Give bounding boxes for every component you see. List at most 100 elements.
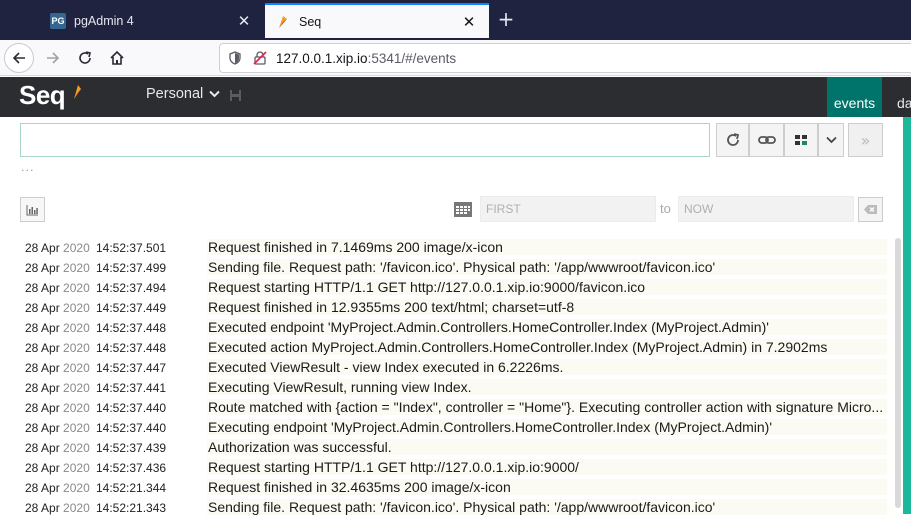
link-icon [757,136,776,144]
event-message[interactable]: Executing endpoint 'MyProject.Admin.Cont… [207,419,887,435]
event-row[interactable]: 28 Apr 2020 14:52:37.499 Sending file. Req… [0,258,894,278]
nav-dashboards[interactable]: da [897,77,911,117]
event-row[interactable]: 28 Apr 2020 14:52:37.439 Authorization was… [0,438,894,458]
close-icon[interactable]: ✕ [459,12,479,32]
event-time: 14:52:37.439 [96,441,167,455]
event-date: 28 Apr 2020 [25,361,90,375]
event-row[interactable]: 28 Apr 2020 14:52:37.494 Request starting … [0,278,894,298]
event-date: 28 Apr 2020 [25,281,90,295]
url-path: :5341/#/events [367,50,457,66]
event-time: 14:52:21.344 [96,481,167,495]
seq-logo[interactable]: Seq [19,80,66,111]
reload-button[interactable] [70,43,100,73]
event-date: 28 Apr 2020 [25,501,90,515]
tab-pgadmin[interactable]: PG pgAdmin 4 ✕ [40,3,264,38]
seq-header: Seq Personal events da [0,77,911,117]
event-row[interactable]: 28 Apr 2020 14:52:37.447 Executed ViewResu… [0,358,894,378]
event-row[interactable]: 28 Apr 2020 14:52:37.501 Request finished … [0,238,894,258]
event-row[interactable]: 28 Apr 2020 14:52:37.448 Executed endpoint… [0,318,894,338]
chevron-down-icon [209,90,220,98]
event-row[interactable]: 28 Apr 2020 14:52:37.441 Executing ViewRes… [0,378,894,398]
event-message[interactable]: Request finished in 7.1469ms 200 image/x… [207,239,887,255]
clear-dates-button[interactable] [858,197,883,222]
event-row[interactable]: 28 Apr 2020 14:52:37.448 Executed action M… [0,338,894,358]
tab-title: Seq [299,14,322,29]
event-time: 14:52:37.448 [96,321,167,335]
event-message[interactable]: Request finished in 12.9355ms 200 text/h… [207,299,887,315]
backspace-icon [864,205,877,214]
event-message[interactable]: Request starting HTTP/1.1 GET http://127… [207,279,887,295]
new-tab-plus-icon[interactable]: + [494,8,518,32]
event-year: 2020 [63,461,90,475]
event-message[interactable]: Executed ViewResult - view Index execute… [207,359,887,375]
tab-seq[interactable]: Seq ✕ [265,3,489,38]
browser-tab-strip: PG pgAdmin 4 ✕ Seq ✕ + [0,0,911,40]
tab-title: pgAdmin 4 [74,13,134,28]
signals-dropdown-button[interactable] [818,123,844,157]
event-year: 2020 [63,241,90,255]
more-dots[interactable]: ... [21,161,35,174]
event-year: 2020 [63,401,90,415]
date-to-input[interactable]: NOW [678,196,854,222]
url-bar[interactable]: 127.0.0.1.xip.io:5341/#/events [219,43,911,73]
event-date: 28 Apr 2020 [25,481,90,495]
home-button[interactable] [102,43,132,73]
event-message[interactable]: Executed action MyProject.Admin.Controll… [207,339,887,355]
event-year: 2020 [63,481,90,495]
event-time: 14:52:37.448 [96,341,167,355]
event-row[interactable]: 28 Apr 2020 14:52:21.344 Request finished … [0,478,894,498]
event-message[interactable]: Sending file. Request path: '/favicon.ic… [207,259,887,275]
bar-chart-icon [26,204,38,215]
save-icon[interactable] [229,89,242,102]
event-date: 28 Apr 2020 [25,421,90,435]
event-time: 14:52:37.499 [96,261,167,275]
forward-button[interactable] [38,43,68,73]
event-year: 2020 [63,321,90,335]
seq-logo-mark-icon [74,85,81,99]
shield-icon[interactable] [228,51,242,65]
event-date: 28 Apr 2020 [25,381,90,395]
event-message[interactable]: Sending file. Request path: '/favicon.ic… [207,499,887,515]
event-row[interactable]: 28 Apr 2020 14:52:37.440 Route matched wit… [0,398,894,418]
event-time: 14:52:37.440 [96,401,167,415]
event-row[interactable]: 28 Apr 2020 14:52:37.436 Request starting … [0,458,894,478]
expand-button[interactable]: » [848,123,883,157]
workspace-dropdown[interactable]: Personal [146,86,220,102]
event-time: 14:52:37.494 [96,281,167,295]
chevron-down-icon [825,136,837,144]
event-year: 2020 [63,381,90,395]
browser-navbar: 127.0.0.1.xip.io:5341/#/events [0,40,911,76]
event-row[interactable]: 28 Apr 2020 14:52:37.440 Executing endpoin… [0,418,894,438]
event-row[interactable]: 28 Apr 2020 14:52:37.449 Request finished … [0,298,894,318]
workspace-label: Personal [146,86,204,102]
insecure-lock-icon[interactable] [252,50,268,66]
url-host: 127.0.0.1.xip.io [276,50,368,66]
event-day: 28 Apr [25,381,60,395]
home-icon [110,50,124,65]
reload-icon [79,51,91,64]
event-message[interactable]: Route matched with {action = "Index", co… [207,399,887,415]
pgadmin-favicon-icon: PG [50,12,66,29]
signals-button[interactable] [784,123,818,157]
event-day: 28 Apr [25,421,60,435]
event-time: 14:52:37.436 [96,461,167,475]
event-message[interactable]: Authorization was successful. [207,439,887,455]
scrollbar[interactable] [895,238,901,508]
link-button[interactable] [749,123,784,157]
event-date: 28 Apr 2020 [25,401,90,415]
event-year: 2020 [63,341,90,355]
histogram-button[interactable] [20,197,45,222]
event-time: 14:52:37.449 [96,301,167,315]
back-button[interactable] [4,43,34,73]
event-row[interactable]: 28 Apr 2020 14:52:21.343 Sending file. Req… [0,498,894,518]
date-from-input[interactable]: FIRST [480,196,656,222]
calendar-icon[interactable] [453,200,473,218]
event-message[interactable]: Request starting HTTP/1.1 GET http://127… [207,459,887,475]
refresh-button[interactable] [716,123,749,157]
search-input[interactable] [20,123,710,157]
event-message[interactable]: Executing ViewResult, running view Index… [207,379,887,395]
event-message[interactable]: Executed endpoint 'MyProject.Admin.Contr… [207,319,887,335]
nav-events[interactable]: events [827,77,882,117]
event-message[interactable]: Request finished in 32.4635ms 200 image/… [207,479,887,495]
close-icon[interactable]: ✕ [234,11,254,31]
